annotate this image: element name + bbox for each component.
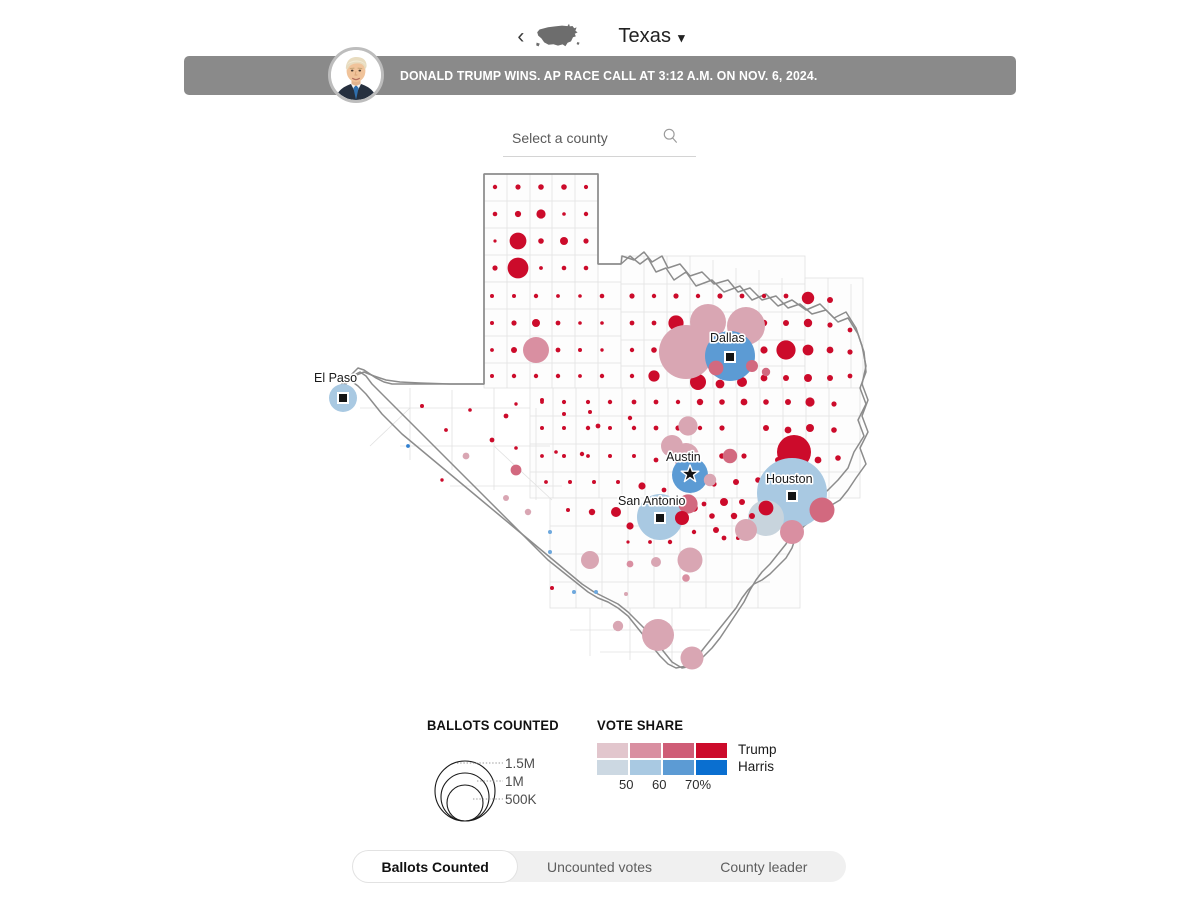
city-label-austin: Austin (666, 450, 701, 464)
bubble-hidalgo (642, 619, 674, 651)
map-mode-tabs: Ballots Counted Uncounted votes County l… (353, 851, 846, 882)
election-map-page: ‹ Texas ▾ DONALD TRUMP WINS. AP RACE CAL… (0, 0, 1200, 900)
race-call-banner: DONALD TRUMP WINS. AP RACE CALL AT 3:12 … (184, 56, 1016, 95)
city-label-el-paso: El Paso (314, 371, 357, 385)
trump-swatch-2 (630, 743, 661, 758)
vote-share-legend: VOTE SHARE Trump Harris 50 60 70% (597, 718, 857, 795)
trump-swatch-1 (597, 743, 628, 758)
bubble-galveston (809, 497, 835, 523)
search-input[interactable] (503, 130, 662, 150)
bubble-tarrant (659, 325, 713, 379)
county-search[interactable] (503, 124, 696, 157)
state-navigation: ‹ Texas ▾ (0, 18, 1200, 54)
harris-color-scale (597, 760, 730, 775)
city-label-san-antonio: San Antonio (618, 494, 685, 508)
tab-uncounted-votes[interactable]: Uncounted votes (517, 851, 681, 882)
tick-70: 70% (685, 777, 712, 792)
bubble-brazoria (780, 520, 804, 544)
us-map-icon[interactable] (536, 23, 580, 49)
ballots-size-circles (434, 760, 503, 822)
harris-swatch-2 (630, 760, 661, 775)
search-icon[interactable] (663, 128, 678, 148)
race-call-text: DONALD TRUMP WINS. AP RACE CALL AT 3:12 … (400, 68, 818, 83)
tab-county-leader[interactable]: County leader (682, 851, 846, 882)
chevron-down-icon: ▾ (678, 30, 685, 45)
trump-swatch-4 (696, 743, 727, 758)
bubble-nueces (677, 547, 703, 573)
ballots-counted-legend: BALLOTS COUNTED 1.5M 1M 500K (427, 718, 577, 823)
tick-50: 50 (619, 777, 634, 792)
city-label-dallas: Dallas (710, 331, 745, 345)
tab-ballots-counted[interactable]: Ballots Counted (353, 851, 518, 882)
tick-60: 60 (652, 777, 667, 792)
legend-party-harris: Harris (738, 759, 774, 774)
city-label-houston: Houston (766, 472, 813, 486)
bubble-lubbock (523, 337, 549, 363)
harris-swatch-4 (696, 760, 727, 775)
vote-share-legend-title: VOTE SHARE (597, 718, 684, 733)
harris-swatch-3 (663, 760, 694, 775)
bubble-cameron (680, 646, 704, 670)
trump-color-scale (597, 743, 730, 758)
ballots-size-label-1: 1.5M (505, 756, 536, 771)
trump-swatch-3 (663, 743, 694, 758)
ballots-size-label-2: 1M (505, 774, 524, 789)
vote-share-ticks: 50 60 70% (597, 777, 757, 795)
state-name-label: Texas (618, 24, 672, 47)
texas-county-map[interactable]: El Paso Dallas Austin San Antonio Housto… (300, 160, 900, 700)
legend-party-trump: Trump (738, 742, 777, 757)
state-selector[interactable]: Texas ▾ (618, 25, 684, 48)
ballots-size-label-3: 500K (505, 792, 537, 807)
candidate-portrait-trump (328, 47, 384, 103)
ballots-legend-title: BALLOTS COUNTED (427, 718, 559, 733)
chevron-left-icon[interactable]: ‹ (515, 26, 526, 47)
harris-swatch-1 (597, 760, 628, 775)
county-boundaries (360, 173, 864, 666)
map-legends: BALLOTS COUNTED 1.5M 1M 500K VOTE SHARE … (0, 718, 1200, 828)
